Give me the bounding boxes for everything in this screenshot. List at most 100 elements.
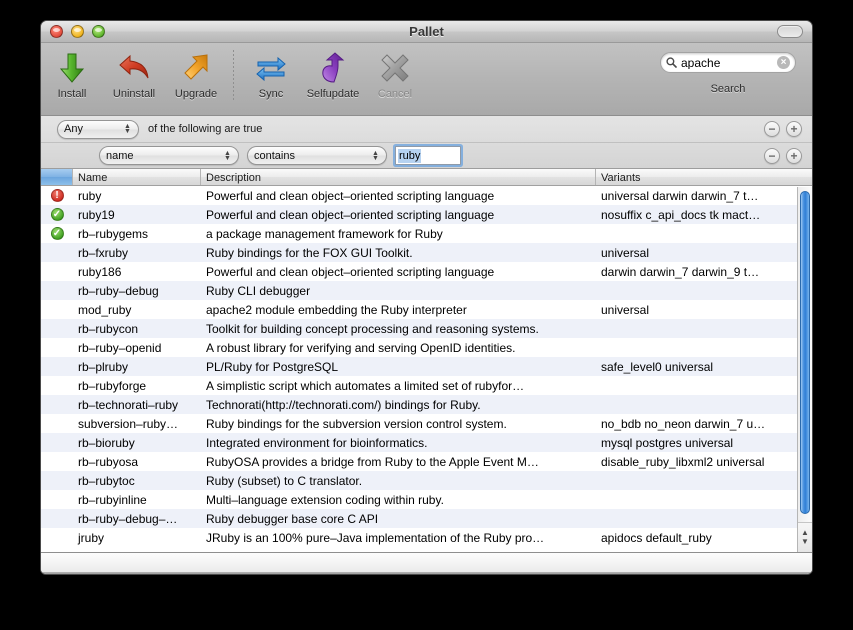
clear-icon[interactable]: × <box>777 56 790 69</box>
toolbar-label-selfupdate: Selfupdate <box>306 88 360 100</box>
match-type-popup[interactable]: Any ▲ ▼ <box>57 119 139 139</box>
table-row[interactable]: rb–bioruby Integrated environment for bio… <box>41 433 812 452</box>
table-vertical-scrollbar[interactable]: ▲ ▼ <box>797 187 812 552</box>
cell-name: ruby <box>78 188 102 203</box>
cell-variants: universal <box>601 245 650 260</box>
status-badge-ok: ✓ <box>41 208 73 221</box>
table-row[interactable]: rb–rubyosa RubyOSA provides a bridge from… <box>41 452 812 471</box>
column-header-description[interactable]: Description <box>201 169 596 185</box>
table-row[interactable]: rb–rubytoc Ruby (subset) to C translator. <box>41 471 812 490</box>
status-badge-ok: ✓ <box>41 227 73 240</box>
cell-name: ruby186 <box>78 264 122 279</box>
window-bottom-bar <box>41 553 812 574</box>
cell-name: rb–bioruby <box>78 435 135 450</box>
cell-description: RubyOSA provides a bridge from Ruby to t… <box>206 454 539 469</box>
chevron-updown-icon: ▲ ▼ <box>224 149 231 162</box>
toolbar-button-install[interactable]: Install <box>41 48 103 100</box>
chevron-updown-icon: ▲ ▼ <box>124 123 131 135</box>
cell-name: rb–rubyinline <box>78 492 147 507</box>
toolbar-button-upgrade[interactable]: Upgrade <box>165 48 227 100</box>
cell-description: PL/Ruby for PostgreSQL <box>206 359 339 374</box>
cell-description: apache2 module embedding the Ruby interp… <box>206 302 467 317</box>
search-field[interactable]: apache × <box>660 52 796 73</box>
cell-description: Powerful and clean object–oriented scrip… <box>206 264 495 279</box>
table-row[interactable]: ruby186 Powerful and clean object–oriente… <box>41 262 812 281</box>
column-header-variants[interactable]: Variants <box>596 169 812 185</box>
check-icon: ✓ <box>50 208 64 221</box>
toolbar-button-sync[interactable]: Sync <box>240 48 302 100</box>
cell-description: Multi–language extension coding within r… <box>206 492 444 507</box>
zoom-button[interactable] <box>92 25 105 38</box>
column-header-name[interactable]: Name <box>73 169 201 185</box>
scrollbar-thumb[interactable] <box>800 191 810 514</box>
toolbar-label-sync: Sync <box>258 88 284 100</box>
cell-description: Ruby bindings for the FOX GUI Toolkit. <box>206 245 413 260</box>
toolbar-button-selfupdate[interactable]: Selfupdate <box>302 48 364 100</box>
error-icon: ! <box>50 189 64 202</box>
rule-operator-value: contains <box>254 149 295 162</box>
table-row[interactable]: mod_ruby apache2 module embedding the Rub… <box>41 300 812 319</box>
minimize-button[interactable] <box>71 25 84 38</box>
column-header-status[interactable] <box>41 169 73 185</box>
toolbar-label-install: Install <box>57 88 87 100</box>
table-row[interactable]: rb–rubyinline Multi–language extension co… <box>41 490 812 509</box>
table-row[interactable]: rb–ruby–debug–… Ruby debugger base core C… <box>41 509 812 528</box>
table-row[interactable]: rb–plruby PL/Ruby for PostgreSQL safe_leve… <box>41 357 812 376</box>
cell-variants: darwin darwin_7 darwin_9 t… <box>601 264 760 279</box>
cell-name: mod_ruby <box>78 302 132 317</box>
table-row[interactable]: ! ruby Powerful and clean object–oriented … <box>41 186 812 205</box>
rule-field-popup[interactable]: name ▲ ▼ <box>99 146 239 165</box>
x-cross-icon <box>379 51 411 85</box>
toolbar-label-upgrade: Upgrade <box>174 88 218 100</box>
window-titlebar[interactable]: Pallet <box>41 21 812 43</box>
cell-description: Powerful and clean object–oriented scrip… <box>206 188 495 203</box>
toolbar-toggle-button[interactable] <box>777 25 803 38</box>
chevron-updown-icon: ▲ ▼ <box>372 149 379 162</box>
scroll-up-icon[interactable]: ▲ <box>801 529 809 537</box>
remove-rule-button[interactable]: − <box>764 147 780 164</box>
add-rule-button[interactable]: + <box>786 121 802 137</box>
add-rule-button[interactable]: + <box>786 147 802 164</box>
toolbar-button-uninstall[interactable]: Uninstall <box>103 48 165 100</box>
table-row[interactable]: rb–ruby–openid A robust library for verif… <box>41 338 812 357</box>
predicate-match-row: Any ▲ ▼ of the following are true − + <box>41 116 812 142</box>
cell-name: rb–rubytoc <box>78 473 135 488</box>
table-row[interactable]: ✓ ruby19 Powerful and clean object–oriente… <box>41 205 812 224</box>
remove-rule-button[interactable]: − <box>764 121 780 137</box>
search-icon <box>666 57 677 68</box>
cell-variants: universal darwin darwin_7 t… <box>601 188 759 203</box>
search-input[interactable]: apache <box>681 57 773 69</box>
table-row[interactable]: rb–rubyforge A simplistic script which au… <box>41 376 812 395</box>
cell-description: JRuby is an 100% pure–Java implementatio… <box>206 530 545 545</box>
predicate-rule-row-buttons: − + <box>764 147 802 164</box>
table-row[interactable]: rb–ruby–debug Ruby CLI debugger <box>41 281 812 300</box>
cell-description: Ruby CLI debugger <box>206 283 311 298</box>
match-type-value: Any <box>64 123 83 135</box>
table-row[interactable]: subversion–ruby… Ruby bindings for the su… <box>41 414 812 433</box>
table-row[interactable]: rb–technorati–ruby Technorati(http://tech… <box>41 395 812 414</box>
rule-value-input[interactable]: ruby <box>395 146 461 165</box>
cell-variants: safe_level0 universal <box>601 359 714 374</box>
rule-value-text: ruby <box>398 148 422 163</box>
cell-name: rb–rubygems <box>78 226 149 241</box>
predicate-rule-row: name ▲ ▼ contains ▲ ▼ ruby − + <box>41 142 812 168</box>
cell-variants: disable_ruby_libxml2 universal <box>601 454 765 469</box>
table-row[interactable]: jruby JRuby is an 100% pure–Java implemen… <box>41 528 812 547</box>
cell-variants: nosuffix c_api_docs tk mact… <box>601 207 761 222</box>
cell-name: subversion–ruby… <box>78 416 179 431</box>
window-controls <box>50 25 105 38</box>
predicate-caption: of the following are true <box>148 123 263 135</box>
table-row[interactable]: ✓ rb–rubygems a package management framewo… <box>41 224 812 243</box>
table-row[interactable]: rb–rubycon Toolkit for building concept p… <box>41 319 812 338</box>
cell-description: A robust library for verifying and servi… <box>206 340 516 355</box>
cell-name: rb–rubyosa <box>78 454 139 469</box>
table-row[interactable]: rb–fxruby Ruby bindings for the FOX GUI T… <box>41 243 812 262</box>
curved-up-arrow-icon <box>318 51 348 85</box>
ports-table: Name Description Variants ! ruby Powerful … <box>41 169 812 553</box>
scroll-down-icon[interactable]: ▼ <box>801 538 809 546</box>
cell-description: a package management framework for Ruby <box>206 226 443 241</box>
scrollbar-arrows[interactable]: ▲ ▼ <box>798 522 812 552</box>
close-button[interactable] <box>50 25 63 38</box>
cell-name: ruby19 <box>78 207 115 222</box>
rule-operator-popup[interactable]: contains ▲ ▼ <box>247 146 387 165</box>
